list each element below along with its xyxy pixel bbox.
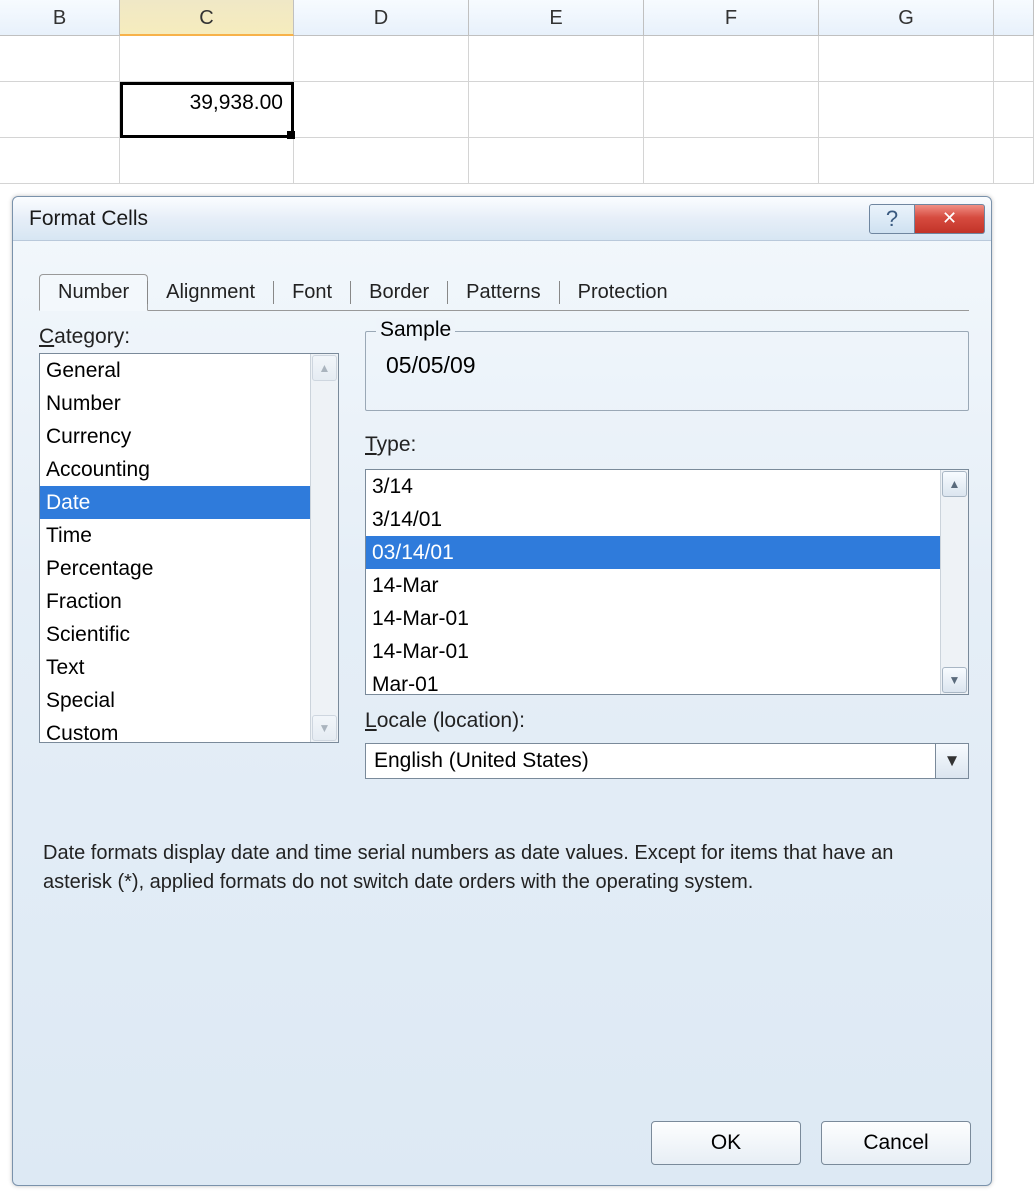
- help-button[interactable]: ?: [869, 204, 915, 234]
- chevron-up-icon: ▲: [319, 361, 331, 375]
- sample-value: 05/05/09: [380, 350, 954, 379]
- cell[interactable]: [294, 82, 469, 138]
- type-listbox[interactable]: 3/14 3/14/01 03/14/01 14-Mar 14-Mar-01 1…: [365, 469, 969, 695]
- category-item-percentage[interactable]: Percentage: [40, 552, 310, 585]
- dialog-title: Format Cells: [29, 207, 869, 231]
- locale-label: Locale (location):: [365, 709, 969, 737]
- column-header[interactable]: E: [469, 0, 644, 36]
- active-cell[interactable]: 39,938.00: [120, 82, 294, 138]
- tab-border[interactable]: Border: [351, 275, 448, 310]
- tab-strip: Number Alignment Font Border Patterns Pr…: [39, 267, 969, 311]
- type-item[interactable]: 3/14: [366, 470, 940, 503]
- type-item[interactable]: Mar-01: [366, 668, 940, 694]
- column-header[interactable]: [994, 0, 1034, 36]
- category-item-date[interactable]: Date: [40, 486, 310, 519]
- spreadsheet-grid: B C D E F G 39,938.00: [0, 0, 1034, 184]
- category-item-special[interactable]: Special: [40, 684, 310, 717]
- cell[interactable]: [469, 138, 644, 184]
- type-item[interactable]: 14-Mar-01: [366, 602, 940, 635]
- cell[interactable]: [819, 138, 994, 184]
- cell[interactable]: [0, 82, 120, 138]
- cell[interactable]: [294, 138, 469, 184]
- cell[interactable]: [120, 36, 294, 82]
- close-button[interactable]: ✕: [915, 204, 985, 234]
- cell[interactable]: [0, 138, 120, 184]
- category-scrollbar[interactable]: ▲ ▼: [310, 354, 338, 742]
- cell[interactable]: [469, 36, 644, 82]
- type-item[interactable]: 14-Mar: [366, 569, 940, 602]
- category-item-accounting[interactable]: Accounting: [40, 453, 310, 486]
- tab-patterns[interactable]: Patterns: [448, 275, 559, 310]
- scroll-up-button[interactable]: ▲: [942, 471, 967, 497]
- help-icon: ?: [886, 206, 898, 232]
- tab-font[interactable]: Font: [274, 275, 351, 310]
- category-item-custom[interactable]: Custom: [40, 717, 310, 742]
- cell[interactable]: [994, 36, 1034, 82]
- cancel-button[interactable]: Cancel: [821, 1121, 971, 1165]
- close-icon: ✕: [942, 208, 957, 229]
- column-header[interactable]: B: [0, 0, 120, 36]
- category-item-text[interactable]: Text: [40, 651, 310, 684]
- type-scrollbar[interactable]: ▲ ▼: [940, 470, 968, 694]
- scroll-up-button[interactable]: ▲: [312, 355, 337, 381]
- tab-protection[interactable]: Protection: [560, 275, 687, 310]
- type-item[interactable]: 3/14/01: [366, 503, 940, 536]
- category-label: Category:: [39, 325, 339, 353]
- chevron-down-icon: ▼: [944, 751, 961, 771]
- cell[interactable]: [994, 82, 1034, 138]
- locale-combobox[interactable]: English (United States) ▼: [365, 743, 969, 779]
- column-header[interactable]: G: [819, 0, 994, 36]
- type-item-selected[interactable]: 03/14/01: [366, 536, 940, 569]
- category-item-general[interactable]: General: [40, 354, 310, 387]
- chevron-down-icon: ▼: [319, 721, 331, 735]
- category-item-currency[interactable]: Currency: [40, 420, 310, 453]
- chevron-up-icon: ▲: [949, 477, 961, 491]
- category-item-time[interactable]: Time: [40, 519, 310, 552]
- cell[interactable]: [644, 138, 819, 184]
- column-header[interactable]: F: [644, 0, 819, 36]
- cell[interactable]: [0, 36, 120, 82]
- chevron-down-icon: ▼: [949, 673, 961, 687]
- category-item-fraction[interactable]: Fraction: [40, 585, 310, 618]
- cell[interactable]: [819, 36, 994, 82]
- category-item-scientific[interactable]: Scientific: [40, 618, 310, 651]
- tab-alignment[interactable]: Alignment: [148, 275, 274, 310]
- type-label: Type:: [365, 433, 969, 461]
- cell[interactable]: [294, 36, 469, 82]
- column-header-selected[interactable]: C: [120, 0, 294, 36]
- column-header[interactable]: D: [294, 0, 469, 36]
- tab-number[interactable]: Number: [39, 274, 148, 311]
- cell[interactable]: [819, 82, 994, 138]
- column-headers-row: B C D E F G: [0, 0, 1034, 36]
- cell[interactable]: [644, 36, 819, 82]
- category-item-number[interactable]: Number: [40, 387, 310, 420]
- sample-label: Sample: [376, 318, 455, 342]
- locale-dropdown-button[interactable]: ▼: [935, 743, 969, 779]
- scroll-down-button[interactable]: ▼: [312, 715, 337, 741]
- cell[interactable]: [120, 138, 294, 184]
- category-listbox[interactable]: General Number Currency Accounting Date …: [39, 353, 339, 743]
- sample-fieldset: Sample 05/05/09: [365, 331, 969, 411]
- locale-value[interactable]: English (United States): [365, 743, 935, 779]
- type-item[interactable]: 14-Mar-01: [366, 635, 940, 668]
- scroll-down-button[interactable]: ▼: [942, 667, 967, 693]
- dialog-titlebar[interactable]: Format Cells ? ✕: [13, 197, 991, 241]
- format-description: Date formats display date and time seria…: [39, 839, 959, 897]
- cell[interactable]: [644, 82, 819, 138]
- format-cells-dialog: Format Cells ? ✕ Number Alignment Font B…: [12, 196, 992, 1186]
- cell[interactable]: [994, 138, 1034, 184]
- ok-button[interactable]: OK: [651, 1121, 801, 1165]
- cell[interactable]: [469, 82, 644, 138]
